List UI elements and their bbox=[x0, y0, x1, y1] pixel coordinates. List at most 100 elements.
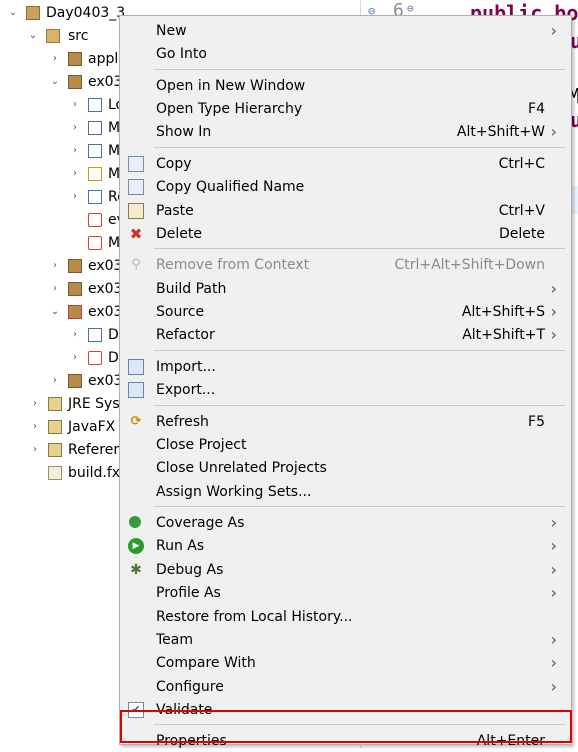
menu-item-shortcut: F4 bbox=[528, 101, 545, 118]
chevron-right-icon[interactable]: › bbox=[50, 370, 60, 392]
copy-icon bbox=[128, 155, 144, 172]
menu-item-shortcut: Alt+Shift+W bbox=[456, 124, 545, 141]
submenu-arrow-icon: › bbox=[550, 629, 557, 649]
menu-item-remove-from-context: ⚲ Remove from Context Ctrl+Alt+Shift+Down bbox=[120, 254, 571, 276]
menu-item-label: Show In bbox=[156, 124, 212, 141]
tree-item-label: Day0403_3 bbox=[46, 5, 126, 21]
chevron-right-icon[interactable]: › bbox=[50, 48, 60, 70]
menu-item-label: Open in New Window bbox=[156, 77, 306, 94]
remove-from-context-icon: ⚲ bbox=[131, 257, 141, 273]
chevron-right-icon[interactable]: › bbox=[30, 393, 40, 415]
menu-separator bbox=[154, 248, 565, 250]
library-icon bbox=[48, 420, 62, 434]
menu-item-shortcut: Alt+Shift+S bbox=[461, 304, 545, 321]
menu-item-import[interactable]: Import... bbox=[120, 356, 571, 378]
menu-item-export[interactable]: Export... bbox=[120, 379, 571, 401]
file-icon bbox=[48, 466, 62, 480]
chevron-down-icon[interactable]: ⌄ bbox=[8, 2, 18, 24]
chevron-right-icon[interactable]: › bbox=[50, 278, 60, 300]
menu-separator bbox=[154, 68, 565, 70]
menu-item-team[interactable]: Team › bbox=[120, 629, 571, 651]
menu-item-run-as[interactable]: ▶ Run As › bbox=[120, 535, 571, 557]
tree-item-label: JRE Syst bbox=[68, 396, 126, 412]
menu-item-go-into[interactable]: Go Into bbox=[120, 43, 571, 65]
tree-item-label: D bbox=[108, 327, 119, 343]
menu-item-profile-as[interactable]: Profile As › bbox=[120, 582, 571, 604]
debug-icon: ✱ bbox=[130, 561, 142, 578]
chevron-right-icon[interactable]: › bbox=[30, 439, 40, 461]
fold-marker-icon[interactable]: ⊖ bbox=[407, 2, 414, 15]
menu-item-shortcut: Alt+Shift+T bbox=[462, 327, 545, 344]
menu-item-close-project[interactable]: Close Project bbox=[120, 434, 571, 456]
menu-item-label: Compare With bbox=[156, 655, 256, 672]
tree-item-label: ex03 bbox=[88, 258, 123, 274]
chevron-right-icon[interactable]: › bbox=[70, 347, 80, 369]
chevron-right-icon[interactable]: › bbox=[70, 117, 80, 139]
menu-item-open-in-new-window[interactable]: Open in New Window bbox=[120, 75, 571, 97]
menu-item-close-unrelated-projects[interactable]: Close Unrelated Projects bbox=[120, 457, 571, 479]
menu-item-restore-from-local-history[interactable]: Restore from Local History... bbox=[120, 606, 571, 628]
submenu-arrow-icon: › bbox=[550, 325, 557, 345]
package-error-icon bbox=[68, 305, 82, 319]
delete-icon: ✖ bbox=[129, 224, 143, 243]
chevron-down-icon[interactable]: ⌄ bbox=[50, 71, 60, 93]
chevron-down-icon[interactable]: ⌄ bbox=[50, 301, 60, 323]
menu-item-assign-working-sets[interactable]: Assign Working Sets... bbox=[120, 481, 571, 503]
menu-item-compare-with[interactable]: Compare With › bbox=[120, 652, 571, 674]
menu-item-label: Delete bbox=[156, 225, 202, 242]
menu-item-label: Debug As bbox=[156, 561, 224, 578]
tree-item-label: appl bbox=[88, 51, 119, 67]
submenu-arrow-icon: › bbox=[550, 513, 557, 533]
tree-item-label: Referen bbox=[68, 442, 123, 458]
export-icon bbox=[128, 382, 144, 399]
package-icon bbox=[68, 282, 82, 296]
menu-item-open-type-hierarchy[interactable]: Open Type Hierarchy F4 bbox=[120, 98, 571, 120]
menu-separator bbox=[154, 146, 565, 148]
chevron-right-icon[interactable]: › bbox=[30, 416, 40, 438]
chevron-right-icon[interactable]: › bbox=[70, 140, 80, 162]
menu-item-show-in[interactable]: Show In Alt+Shift+W › bbox=[120, 121, 571, 143]
package-icon bbox=[68, 259, 82, 273]
chevron-right-icon[interactable]: › bbox=[70, 324, 80, 346]
menu-item-label: Copy bbox=[156, 155, 192, 172]
menu-item-copy-qualified-name[interactable]: Copy Qualified Name bbox=[120, 176, 571, 198]
menu-item-label: Refresh bbox=[156, 413, 209, 430]
menu-separator bbox=[154, 506, 565, 508]
menu-item-paste[interactable]: Paste Ctrl+V bbox=[120, 200, 571, 222]
submenu-arrow-icon: › bbox=[550, 302, 557, 322]
menu-item-new[interactable]: New › bbox=[120, 20, 571, 42]
menu-item-label: Go Into bbox=[156, 46, 207, 63]
menu-item-label: Restore from Local History... bbox=[156, 608, 353, 625]
tree-item-label: ex03 bbox=[88, 74, 123, 90]
chevron-right-icon[interactable]: › bbox=[70, 186, 80, 208]
import-icon bbox=[128, 358, 144, 375]
paste-icon bbox=[128, 202, 144, 219]
menu-item-copy[interactable]: Copy Ctrl+C bbox=[120, 153, 571, 175]
menu-item-refresh[interactable]: ⟳ Refresh F5 bbox=[120, 411, 571, 433]
chevron-right-icon[interactable]: › bbox=[50, 255, 60, 277]
menu-item-source[interactable]: Source Alt+Shift+S › bbox=[120, 301, 571, 323]
tree-item-label: ex03 bbox=[88, 373, 123, 389]
menu-item-label: Team bbox=[156, 631, 194, 648]
menu-item-delete[interactable]: ✖ Delete Delete bbox=[120, 223, 571, 245]
chevron-right-icon[interactable]: › bbox=[70, 163, 80, 185]
menu-item-label: Copy Qualified Name bbox=[156, 179, 305, 196]
chevron-right-icon[interactable]: › bbox=[70, 94, 80, 116]
menu-item-label: Open Type Hierarchy bbox=[156, 101, 303, 118]
chevron-down-icon[interactable]: ⌄ bbox=[28, 25, 38, 47]
package-icon bbox=[68, 75, 82, 89]
menu-item-label: Close Unrelated Projects bbox=[156, 460, 327, 477]
menu-item-configure[interactable]: Configure › bbox=[120, 676, 571, 698]
menu-item-refactor[interactable]: Refactor Alt+Shift+T › bbox=[120, 324, 571, 346]
menu-item-label: Assign Working Sets... bbox=[156, 483, 312, 500]
menu-item-label: Import... bbox=[156, 358, 216, 375]
menu-item-debug-as[interactable]: ✱ Debug As › bbox=[120, 559, 571, 581]
menu-item-coverage-as[interactable]: Coverage As › bbox=[120, 512, 571, 534]
menu-item-build-path[interactable]: Build Path › bbox=[120, 278, 571, 300]
library-icon bbox=[48, 443, 62, 457]
submenu-arrow-icon: › bbox=[550, 21, 557, 40]
source-folder-icon bbox=[46, 29, 60, 43]
package-icon bbox=[68, 52, 82, 66]
menu-item-label: Build Path bbox=[156, 280, 227, 297]
menu-item-label: Refactor bbox=[156, 327, 215, 344]
